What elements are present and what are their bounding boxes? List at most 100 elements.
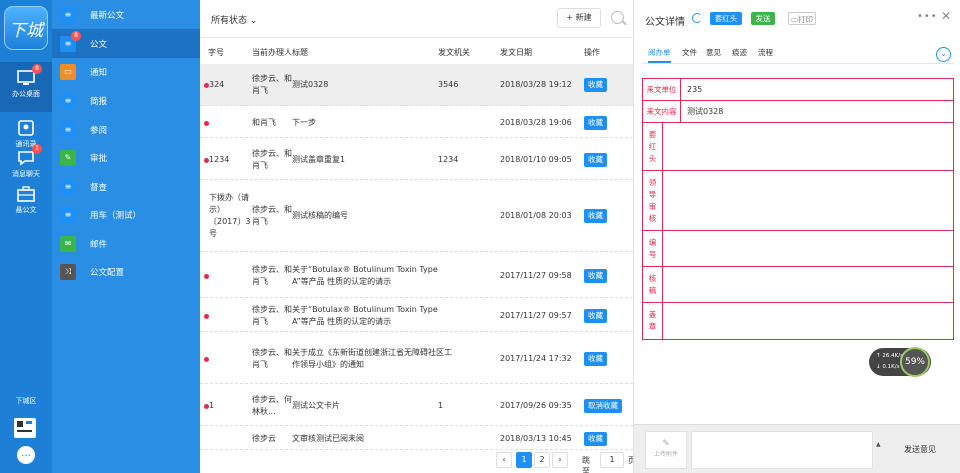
table-row[interactable]: 徐步云、和 肖飞 关于“Botulax® Botulinum Toxin Type… <box>200 254 633 298</box>
tab-flow[interactable]: 流程 <box>758 47 773 58</box>
issue-date: 2017/11/27 09:57 <box>500 311 572 320</box>
menu-item[interactable]: ≡ 最新公文 <box>52 0 200 29</box>
form-value[interactable]: 235 <box>681 79 953 100</box>
menu-icon: ✉ <box>60 235 76 252</box>
table-row[interactable]: 徐步云、和 肖飞 关于“Botulax® Botulinum Toxin Type… <box>200 300 633 332</box>
previous-page-button[interactable]: ‹ <box>496 452 512 468</box>
menu-item[interactable]: ≡ 简报 <box>52 86 200 115</box>
menu-item[interactable]: ≡ 督查 <box>52 172 200 201</box>
column-header: 发文日期 <box>500 48 532 57</box>
menu-item[interactable]: ⤨ 公文配置 <box>52 257 200 286</box>
menu-item-label: 公文 <box>90 39 108 50</box>
more-options-icon[interactable]: … <box>17 446 35 464</box>
favorite-button[interactable]: 收藏 <box>584 352 607 366</box>
tab-opinion[interactable]: 意见 <box>706 47 721 58</box>
form-value[interactable] <box>663 123 953 170</box>
rail-badge: 8 <box>32 64 42 74</box>
network-speed-widget[interactable]: ↑ 26.4K/s ↓ 0.1K/s 59% <box>869 347 931 377</box>
form-value[interactable] <box>663 171 953 230</box>
menu-item[interactable]: ≡ 8 公文 <box>52 29 200 58</box>
qr-code-icon[interactable] <box>14 418 36 438</box>
rail-item-documents[interactable]: 悬公文 <box>0 178 52 228</box>
send-opinion-button[interactable]: 发送意见 <box>890 431 950 469</box>
favorite-button[interactable]: 取消收藏 <box>584 399 622 413</box>
table-row[interactable]: 1234 徐步云、和 肖飞 测试盖章重复1 1234 2018/01/10 09:05 收… <box>200 140 633 180</box>
goto-page-input[interactable]: 1 <box>600 452 624 468</box>
tab-reading-form[interactable]: 阅办单 <box>648 47 671 63</box>
doc-number: 324 <box>209 80 225 89</box>
issue-date: 2018/03/13 10:45 <box>500 434 572 443</box>
menu-item-label: 通知 <box>90 67 108 78</box>
rail-item-label: 办公桌面 <box>12 90 40 98</box>
doc-title: 关于“Botulax® Botulinum Toxin Type A”等产品 性… <box>292 265 438 286</box>
favorite-button[interactable]: 收藏 <box>584 116 607 130</box>
search-icon[interactable] <box>611 11 624 24</box>
status-filter-dropdown[interactable]: 所有状态 ⌄ <box>211 13 257 26</box>
rail-item-label: 悬公文 <box>15 206 37 214</box>
memory-usage-gauge: 59% <box>900 347 930 377</box>
page-button[interactable]: 1 <box>516 452 532 468</box>
form-value[interactable] <box>663 303 953 339</box>
table-row[interactable]: 324 徐步云、和 肖飞 测试0328 3546 2018/03/28 19:12 收藏 <box>200 64 633 106</box>
page-button[interactable]: 2 <box>534 452 550 468</box>
print-icon: ▭ <box>790 15 799 24</box>
rail-item-label: 消息聊天 <box>12 170 40 178</box>
issue-date: 2018/03/28 19:06 <box>500 118 572 127</box>
form-label: 来文内容 <box>643 101 681 122</box>
refresh-icon[interactable] <box>692 13 702 23</box>
favorite-button[interactable]: 收藏 <box>584 309 607 323</box>
rail-item-office-desktop[interactable]: 8 办公桌面 <box>0 62 52 112</box>
menu-icon: ≡ <box>60 121 76 138</box>
menu-item-label: 督查 <box>90 182 108 193</box>
table-row[interactable]: 徐步云 文审核测试已阅未阅 2018/03/13 10:45 收藏 <box>200 428 633 450</box>
app-logo: 下城 <box>4 6 48 50</box>
table-row[interactable]: 徐步云、和 肖飞 关于成立《东新街道创建浙江省无障碍社区工 作领导小组》的通知 20… <box>200 334 633 384</box>
close-icon[interactable]: ✕ <box>941 9 951 23</box>
form-value[interactable] <box>663 267 953 302</box>
menu-icon: ≡ <box>60 92 76 109</box>
expand-arrow-icon[interactable]: ▲ <box>876 441 881 448</box>
column-header: 发文机关 <box>438 48 470 57</box>
form-label: 来文单位 <box>643 79 681 100</box>
menu-item[interactable]: ≡ 用车（测试） <box>52 200 200 229</box>
favorite-button[interactable]: 收藏 <box>584 269 607 283</box>
upload-attachment-button[interactable]: ✎ 上传附件 <box>645 431 687 469</box>
handler: 徐步云、和 肖飞 <box>252 265 292 286</box>
next-page-button[interactable]: › <box>552 452 568 468</box>
left-rail: 下城 8 办公桌面 通讯录 1 消息聊天 悬公文 下城区 … <box>0 0 52 473</box>
form-value[interactable]: 测试0328 <box>681 101 953 122</box>
favorite-button[interactable]: 收藏 <box>584 432 607 446</box>
favorite-button[interactable]: 收藏 <box>584 153 607 167</box>
table-row[interactable]: 1 徐步云、何 林秋... 测试公文卡片 1 2017/09/26 09:35 取消收藏 <box>200 386 633 426</box>
favorite-button[interactable]: 收藏 <box>584 209 607 223</box>
handler: 徐步云、和 肖飞 <box>252 305 292 326</box>
form-label: 套 红 头 <box>643 123 663 170</box>
form-row: 领 导 审 核 <box>643 171 953 231</box>
doc-title: 测试公文卡片 <box>292 401 340 410</box>
reading-form-table: 来文单位 235 来文内容 测试0328 套 红 头 领 导 审 核 编 号 核… <box>642 78 954 340</box>
column-header: 当前办理人 <box>252 48 292 57</box>
menu-icon: ≡ 8 <box>60 30 81 52</box>
tab-file[interactable]: 文件 <box>682 47 697 58</box>
menu-item[interactable]: ≡ 参阅 <box>52 115 200 144</box>
chevron-down-icon[interactable]: ⌄ <box>936 47 951 62</box>
form-value[interactable] <box>663 231 953 266</box>
print-button[interactable]: ▭打印 <box>788 12 816 25</box>
doc-title: 测试0328 <box>292 80 329 89</box>
favorite-button[interactable]: 收藏 <box>584 78 607 92</box>
more-icon[interactable]: ••• <box>917 11 938 22</box>
opinion-input[interactable] <box>691 431 873 469</box>
new-document-button[interactable]: + 新建 <box>557 8 601 28</box>
menu-item[interactable]: ▭ 通知 <box>52 57 200 86</box>
menu-item-label: 邮件 <box>90 239 108 250</box>
form-label: 盖 章 <box>643 303 663 339</box>
menu-item[interactable]: ✎ 审批 <box>52 143 200 172</box>
doc-number: 1 <box>209 401 215 410</box>
tab-trace[interactable]: 痕迹 <box>732 47 747 58</box>
table-row[interactable]: 下拨办（请 示） 〔2017〕3 号徐步云、和 肖飞 测试核稿的编号 2018/01… <box>200 180 633 252</box>
table-row[interactable]: 和肖飞 下一步 2018/03/28 19:06 收藏 <box>200 108 633 138</box>
upload-speed: ↑ 26.4K/s <box>876 353 903 359</box>
menu-item[interactable]: ✉ 邮件 <box>52 229 200 258</box>
red-head-button[interactable]: 套红头 <box>710 12 742 25</box>
send-button[interactable]: 发送 <box>751 12 775 25</box>
